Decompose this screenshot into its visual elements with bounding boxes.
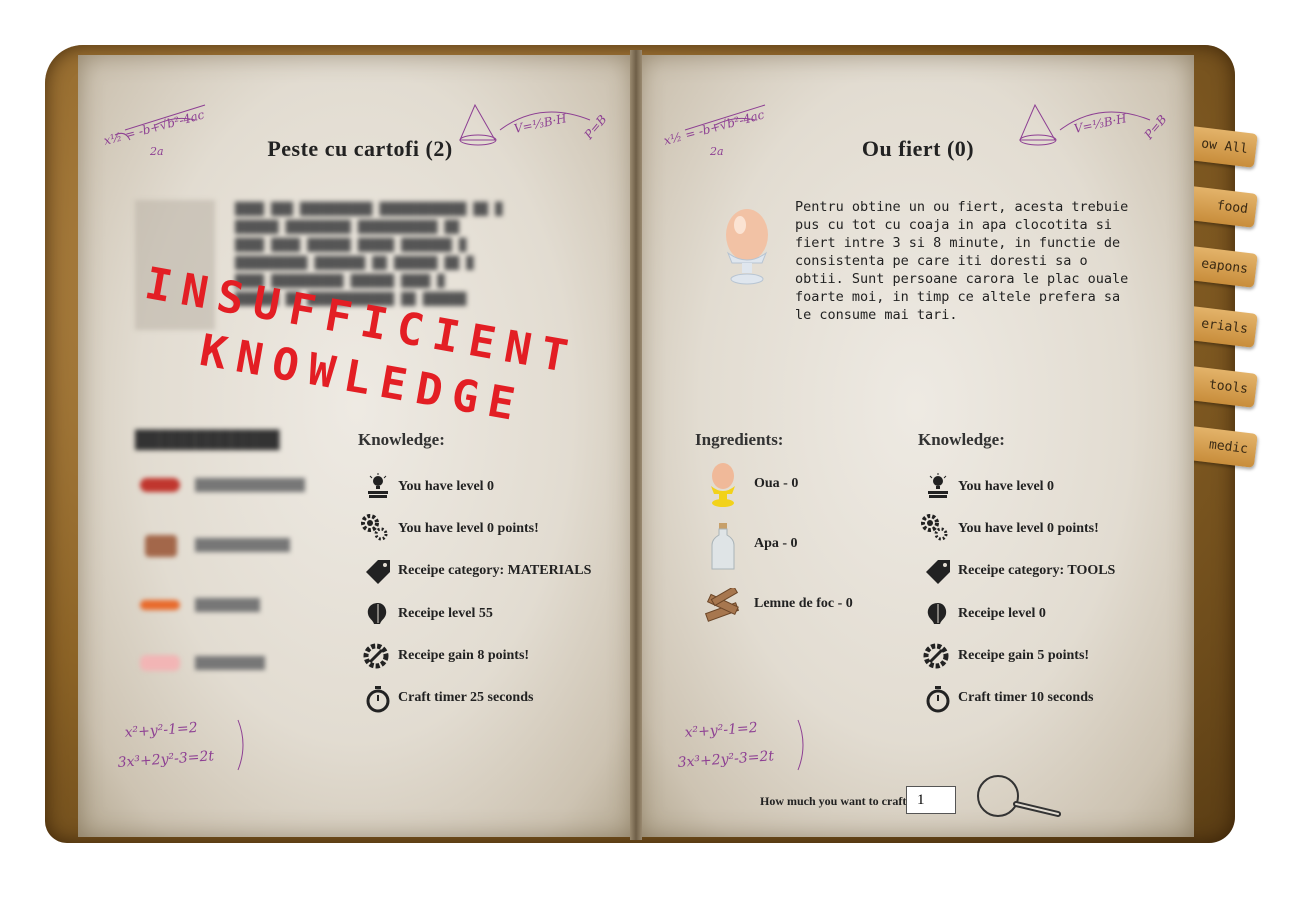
svg-text:V=⅓B·H: V=⅓B·H (513, 111, 569, 136)
gears-icon (361, 514, 388, 541)
svg-text:x½ = -b+√b²-4ac: x½ = -b+√b²-4ac (102, 107, 206, 147)
ingredient-firewood: Lemne de foc - 0 (754, 596, 853, 611)
svg-text:P=B: P=B (581, 112, 610, 143)
svg-text:P=B: P=B (1141, 112, 1170, 143)
left-ingredients-header: ████████████ (135, 430, 280, 449)
lightbulb-book-icon (928, 473, 948, 498)
knowledge-craft-timer: Craft timer 25 seconds (398, 690, 534, 705)
water-bottle-icon (711, 523, 735, 570)
knowledge-recipe-category: Receipe category: MATERIALS (398, 563, 592, 578)
svg-text:2a: 2a (149, 145, 164, 158)
craft-quantity-input[interactable] (906, 786, 956, 814)
right-recipe-title: Ou fiert (0) (861, 136, 975, 161)
svg-text:3x³+2y²-3=2t: 3x³+2y²-3=2t (117, 748, 215, 771)
knowledge-craft-timer: Craft timer 10 seconds (958, 690, 1094, 705)
svg-text:x½ = -b+√b²-4ac: x½ = -b+√b²-4ac (662, 107, 766, 147)
magnifier-craft-button[interactable] (974, 774, 1062, 822)
knowledge-recipe-category: Receipe category: TOOLS (958, 563, 1116, 578)
stopwatch-icon (926, 686, 950, 713)
lightbulb-book-icon (368, 473, 388, 498)
knowledge-recipe-gain: Receipe gain 5 points! (958, 648, 1090, 663)
math-doodle-icon: V=⅓B·H P=B (1019, 103, 1170, 146)
svg-text:3x³+2y²-3=2t: 3x³+2y²-3=2t (677, 748, 775, 771)
description-float-spacer (695, 198, 795, 318)
math-doodle-icon: x²+y²-1=2 3x³+2y²-3=2t (117, 719, 244, 771)
knowledge-recipe-gain: Receipe gain 8 points! (398, 648, 530, 663)
craft-quantity-label: How much you want to craft? (760, 794, 913, 808)
math-doodle-icon: x²+y²-1=2 3x³+2y²-3=2t (677, 719, 804, 771)
svg-text:x²+y²-1=2: x²+y²-1=2 (684, 720, 758, 741)
firewood-icon (704, 588, 740, 622)
math-doodle-icon: x½ = -b+√b²-4ac2a (662, 104, 766, 158)
left-recipe-title: Peste cu cartofi (2) (267, 136, 453, 161)
knowledge-player-points: You have level 0 points! (958, 521, 1099, 536)
knowledge-player-level: You have level 0 (958, 479, 1055, 494)
svg-text:x²+y²-1=2: x²+y²-1=2 (124, 720, 198, 741)
knowledge-player-points: You have level 0 points! (398, 521, 539, 536)
math-doodle-icon: V=⅓B·H P=B (459, 103, 610, 146)
left-knowledge-header: Knowledge: (358, 430, 445, 449)
gears-icon (921, 514, 948, 541)
knowledge-player-level: You have level 0 (398, 479, 495, 494)
right-knowledge-header: Knowledge: (918, 430, 1005, 449)
gear-wrench-icon (363, 643, 389, 669)
math-doodle-icon: x½ = -b+√b²-4ac2a (102, 104, 206, 158)
brain-icon (367, 603, 387, 624)
ingredient-eggs: Oua - 0 (754, 476, 799, 491)
right-ingredients-header: Ingredients: (695, 430, 784, 449)
knowledge-recipe-level: Receipe level 55 (398, 606, 493, 621)
recipe-description: Pentru obtine un ou fiert, acesta trebui… (695, 198, 1140, 324)
egg-cup-icon (711, 463, 735, 507)
stopwatch-icon (366, 686, 390, 713)
tag-icon (926, 560, 950, 584)
recipe-description-text: Pentru obtine un ou fiert, acesta trebui… (795, 199, 1129, 323)
tag-icon (366, 560, 390, 584)
svg-text:V=⅓B·H: V=⅓B·H (1073, 111, 1129, 136)
knowledge-recipe-level: Receipe level 0 (958, 606, 1046, 621)
ingredient-water: Apa - 0 (754, 536, 798, 551)
svg-text:2a: 2a (709, 145, 724, 158)
gear-wrench-icon (923, 643, 949, 669)
brain-icon (927, 603, 947, 624)
